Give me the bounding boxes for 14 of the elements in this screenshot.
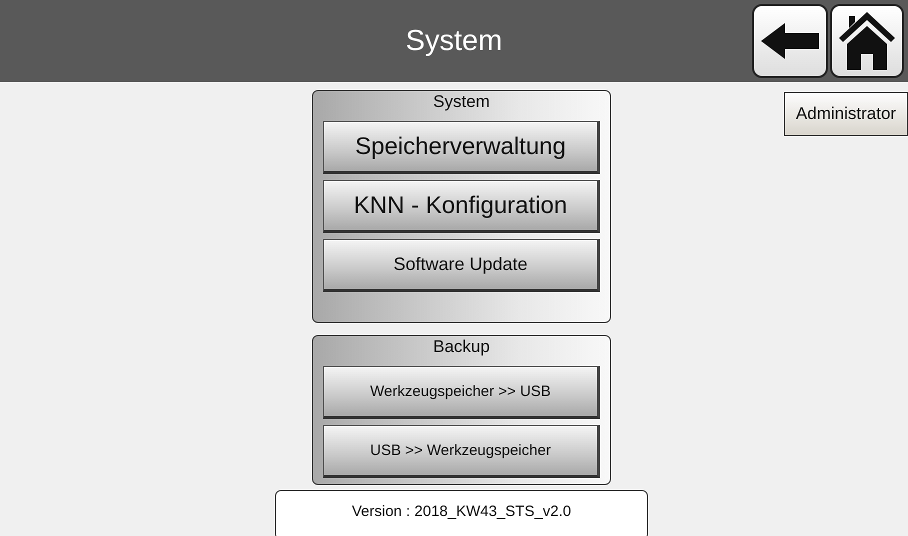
menu-button[interactable]: USB >> Werkzeugspeicher: [323, 425, 600, 478]
home-button[interactable]: [830, 4, 904, 78]
menu-button[interactable]: Werkzeugspeicher >> USB: [323, 366, 600, 419]
window-title: System: [406, 24, 502, 58]
menu-button[interactable]: Speicherverwaltung: [323, 121, 600, 174]
panel-title: System: [433, 91, 490, 113]
panel-title: Backup: [433, 336, 490, 358]
version-label: Version : 2018_KW43_STS_v2.0: [275, 490, 648, 536]
administrator-button[interactable]: Administrator: [784, 92, 908, 136]
menu-button[interactable]: Software Update: [323, 239, 600, 292]
arrow-left-icon: [759, 21, 821, 61]
menu-button[interactable]: KNN - Konfiguration: [323, 180, 600, 233]
back-button[interactable]: [752, 4, 828, 78]
home-icon: [837, 10, 897, 72]
